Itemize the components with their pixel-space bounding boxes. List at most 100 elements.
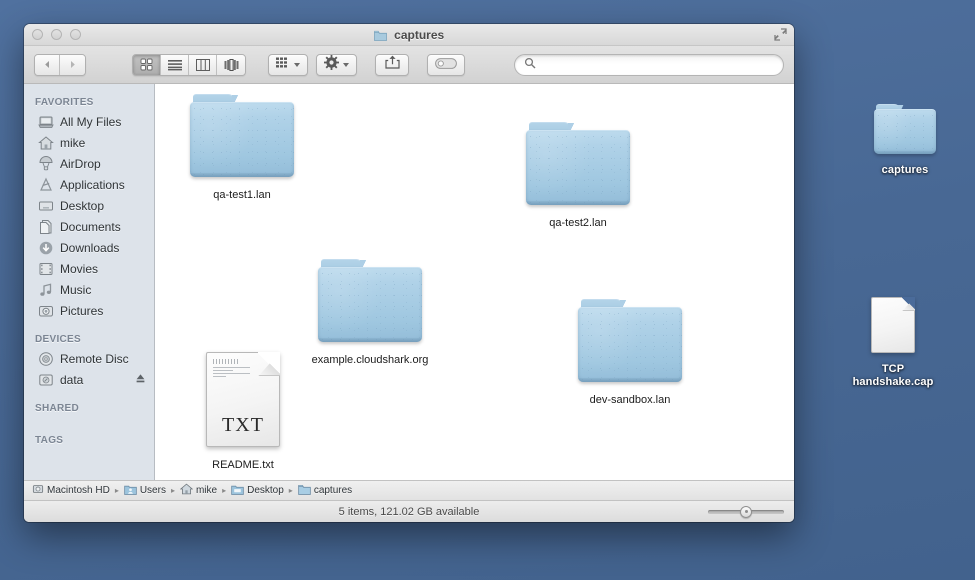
breadcrumb-mike[interactable]: mike	[180, 483, 217, 498]
folder-icon	[190, 94, 294, 177]
file-item-qa-test2-lan[interactable]: qa-test2.lan	[503, 122, 653, 230]
path-bar[interactable]: Macintosh HD ▸ Users ▸	[24, 480, 794, 500]
eject-icon[interactable]	[135, 371, 146, 389]
file-extension-label: TXT	[207, 414, 279, 437]
sidebar-item-label: Documents	[60, 220, 121, 234]
desktop-folder-icon	[231, 484, 244, 498]
coverflow-view-button[interactable]	[217, 55, 245, 75]
breadcrumb-captures[interactable]: captures	[298, 484, 352, 498]
sidebar-item-applications[interactable]: Applications	[24, 174, 154, 195]
action-button[interactable]	[316, 54, 357, 76]
close-button[interactable]	[32, 29, 43, 40]
breadcrumb-users[interactable]: Users	[124, 484, 166, 498]
sidebar-item-mike[interactable]: mike	[24, 132, 154, 153]
breadcrumb-label: captures	[314, 485, 352, 496]
sidebar-item-label: Desktop	[60, 199, 104, 213]
airdrop-icon	[38, 156, 54, 172]
folder-icon	[298, 484, 311, 498]
file-item-dev-sandbox-lan[interactable]: dev-sandbox.lan	[555, 299, 705, 407]
sidebar-item-desktop[interactable]: Desktop	[24, 195, 154, 216]
search-input[interactable]	[542, 59, 774, 71]
back-arrow-icon[interactable]	[35, 55, 60, 75]
sidebar-item-downloads[interactable]: Downloads	[24, 237, 154, 258]
desktop-icon-label: captures	[845, 164, 965, 177]
icon-size-slider[interactable]	[708, 506, 784, 518]
column-view-button[interactable]	[189, 55, 217, 75]
breadcrumb-label: mike	[196, 485, 217, 496]
folder-icon	[578, 299, 682, 382]
home-icon	[38, 135, 54, 151]
sidebar-item-label: AirDrop	[60, 157, 101, 171]
sidebar-item-airdrop[interactable]: AirDrop	[24, 153, 154, 174]
users-folder-icon	[124, 484, 137, 498]
file-item-readme-txt[interactable]: TXT README.txt	[168, 352, 318, 472]
search-icon	[524, 56, 536, 74]
share-icon	[385, 55, 400, 74]
breadcrumb-desktop[interactable]: Desktop	[231, 484, 284, 498]
slider-knob[interactable]	[740, 506, 752, 518]
fullscreen-icon[interactable]	[774, 28, 787, 41]
arrange-button[interactable]	[268, 54, 308, 76]
music-icon	[38, 282, 54, 298]
sidebar-item-label: Applications	[60, 178, 125, 192]
file-item-label: README.txt	[168, 459, 318, 472]
breadcrumb-separator: ▸	[289, 486, 293, 495]
sidebar-header-favorites: FAVORITES	[24, 91, 154, 111]
gear-icon	[324, 55, 339, 75]
status-text: 5 items, 121.02 GB available	[24, 506, 794, 518]
sidebar-item-documents[interactable]: Documents	[24, 216, 154, 237]
desktop-background: captures TCP handshake.cap	[0, 0, 975, 580]
breadcrumb-label: Desktop	[247, 485, 284, 496]
arrange-grid-icon	[276, 56, 290, 74]
window-controls[interactable]	[32, 29, 81, 40]
finder-window[interactable]: captures	[24, 24, 794, 522]
desktop-icon-label-line2: handshake.cap	[833, 376, 953, 389]
navigation-buttons[interactable]	[34, 54, 86, 76]
file-grid[interactable]: qa-test1.lan qa-test2.lan example.clouds…	[155, 84, 794, 480]
window-titlebar[interactable]: captures	[24, 24, 794, 46]
movies-icon	[38, 261, 54, 277]
sidebar-item-pictures[interactable]: Pictures	[24, 300, 154, 321]
downloads-icon	[38, 240, 54, 256]
search-field[interactable]	[514, 54, 784, 76]
minimize-button[interactable]	[51, 29, 62, 40]
breadcrumb-separator: ▸	[171, 486, 175, 495]
breadcrumb-separator: ▸	[222, 486, 226, 495]
sidebar-item-label: data	[60, 373, 83, 387]
breadcrumb-label: Users	[140, 485, 166, 496]
sidebar-item-music[interactable]: Music	[24, 279, 154, 300]
forward-arrow-icon[interactable]	[60, 55, 85, 75]
tag-pill-icon	[435, 56, 457, 74]
sidebar-header-tags: TAGS	[24, 429, 154, 449]
finder-sidebar[interactable]: FAVORITES All My Files	[24, 84, 155, 480]
chevron-down-icon	[294, 63, 300, 67]
breadcrumb-macintosh-hd[interactable]: Macintosh HD	[32, 483, 110, 498]
view-mode-buttons[interactable]	[132, 54, 246, 76]
applications-icon	[38, 177, 54, 193]
sidebar-item-label: All My Files	[60, 115, 121, 129]
sidebar-item-data[interactable]: data	[24, 369, 154, 390]
zoom-button[interactable]	[70, 29, 81, 40]
icon-view-button[interactable]	[133, 55, 161, 75]
edit-tags-button[interactable]	[427, 54, 465, 76]
pictures-icon	[38, 303, 54, 319]
file-item-example-cloudshark-org[interactable]: example.cloudshark.org	[295, 259, 445, 367]
documents-icon	[38, 219, 54, 235]
sidebar-item-remote-disc[interactable]: Remote Disc	[24, 348, 154, 369]
finder-toolbar[interactable]	[24, 46, 794, 84]
sidebar-item-label: Movies	[60, 262, 98, 276]
sidebar-item-label: Music	[60, 283, 91, 297]
desktop-icon-label: TCP handshake.cap	[833, 363, 953, 389]
sidebar-item-movies[interactable]: Movies	[24, 258, 154, 279]
all-my-files-icon	[38, 114, 54, 130]
sidebar-item-all-my-files[interactable]: All My Files	[24, 111, 154, 132]
list-view-button[interactable]	[161, 55, 189, 75]
file-item-label: qa-test1.lan	[167, 189, 317, 202]
desktop-icon-captures[interactable]: captures	[845, 104, 965, 177]
file-item-qa-test1-lan[interactable]: qa-test1.lan	[167, 94, 317, 202]
folder-icon	[526, 122, 630, 205]
share-button[interactable]	[375, 54, 409, 76]
sidebar-item-label: Downloads	[60, 241, 119, 255]
desktop-icon-tcp-handshake-cap[interactable]: TCP handshake.cap	[833, 297, 953, 389]
hard-drive-icon	[32, 483, 44, 498]
